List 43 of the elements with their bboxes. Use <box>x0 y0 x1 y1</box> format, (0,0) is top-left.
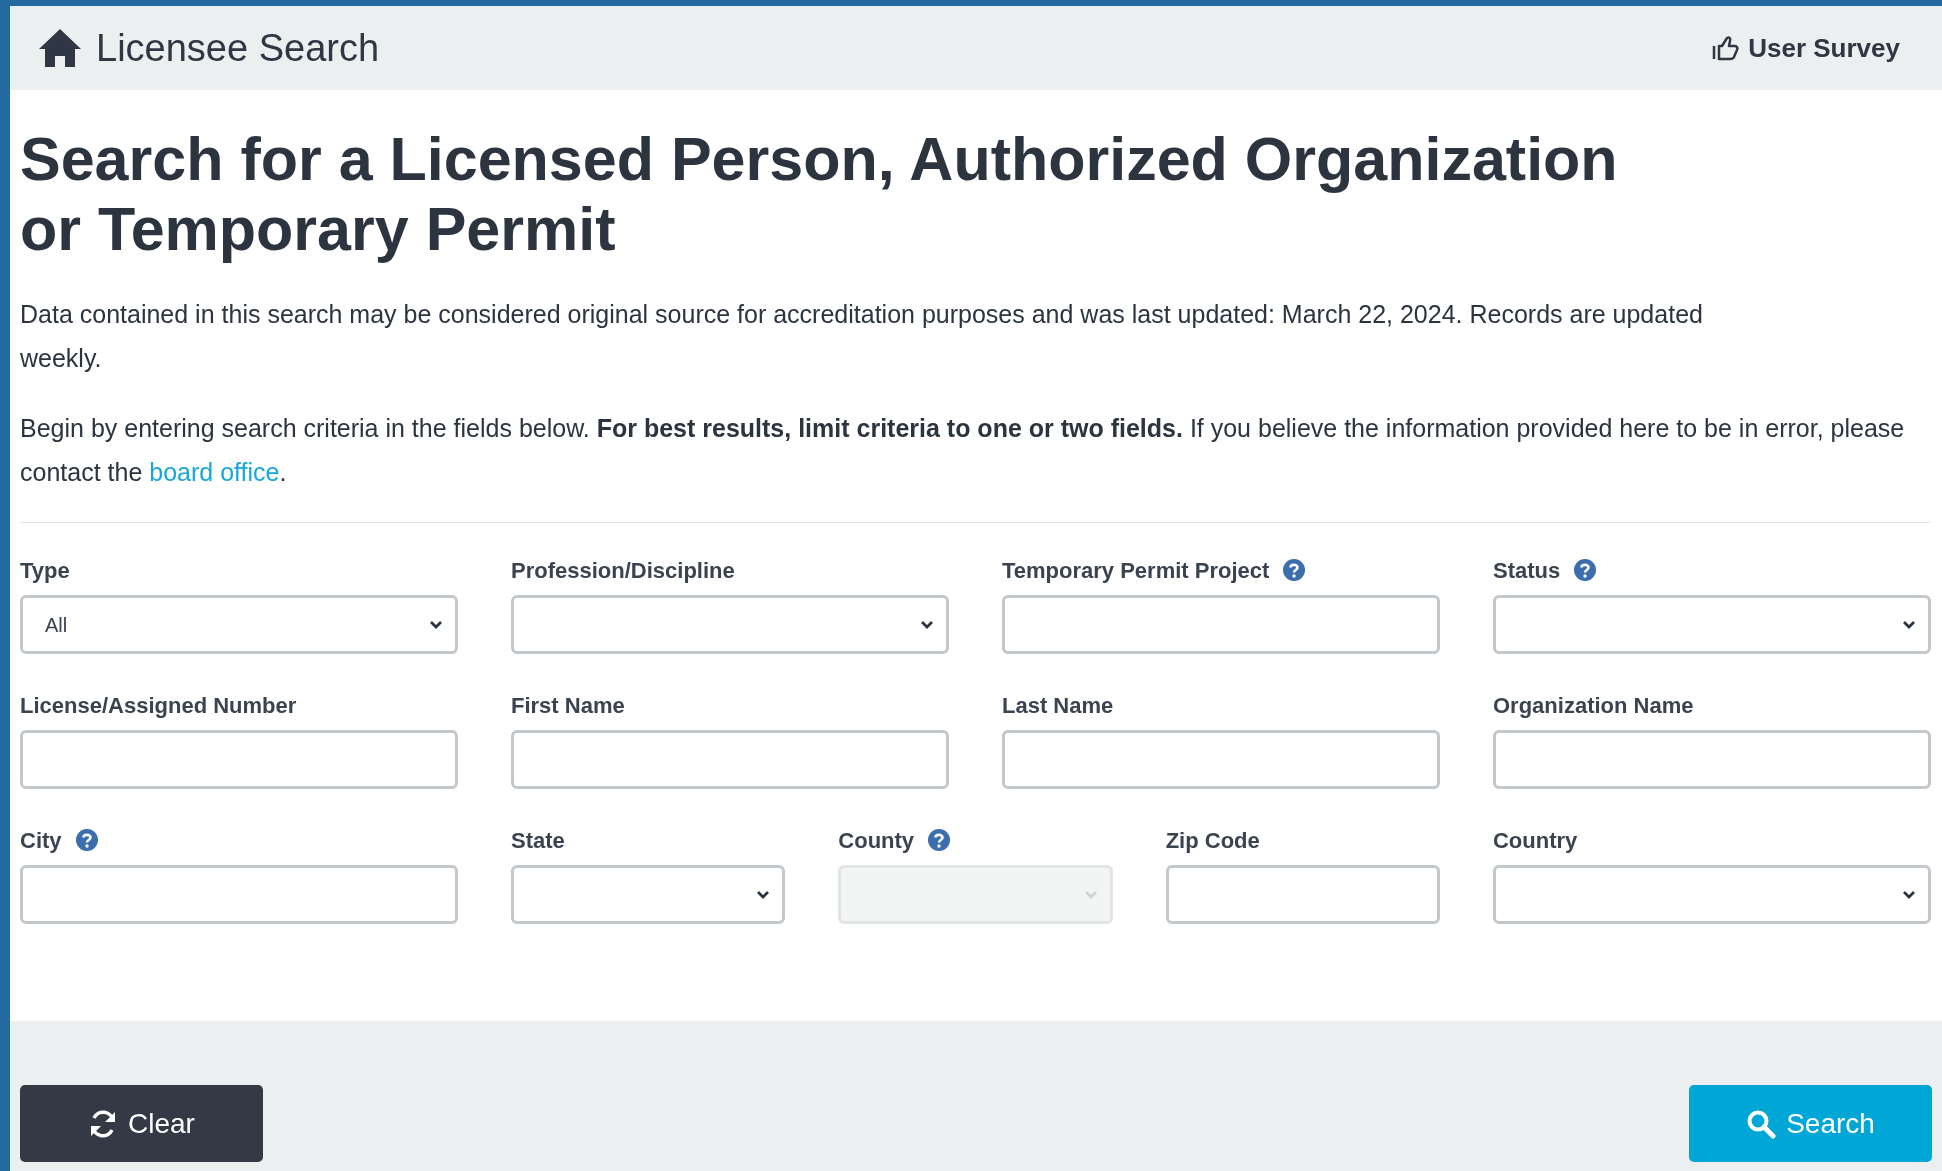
dropdown-field[interactable] <box>511 865 786 924</box>
input-field[interactable] <box>1002 595 1440 654</box>
chevron-down-icon <box>756 889 771 900</box>
dropdown-field[interactable] <box>1493 595 1931 654</box>
chevron-down-icon <box>920 619 934 630</box>
search-icon <box>1746 1108 1777 1139</box>
field-label: Temporary Permit Project <box>1002 556 1270 585</box>
field-label: County <box>838 826 915 855</box>
chevron-down-icon <box>1902 889 1916 900</box>
field-label: Zip Code <box>1165 826 1260 855</box>
input-field[interactable] <box>1002 730 1440 789</box>
page-title: Licensee Search <box>96 25 380 71</box>
field-label: Last Name <box>1002 691 1114 720</box>
help-icon[interactable] <box>75 829 98 851</box>
field-label: License/Assigned Number <box>20 691 297 720</box>
field-label: State <box>511 826 565 855</box>
field-label: Country <box>1493 826 1578 855</box>
field-label: Type <box>20 556 70 585</box>
dropdown-field[interactable] <box>1493 865 1931 924</box>
help-icon[interactable] <box>1574 559 1597 581</box>
field-label: Organization Name <box>1493 691 1694 720</box>
chevron-down-icon <box>1083 889 1098 900</box>
clear-button[interactable]: Clear <box>20 1085 263 1162</box>
help-icon[interactable] <box>1283 559 1306 581</box>
user-survey-link[interactable]: User Survey <box>1712 28 1900 68</box>
instructions-text: Begin by entering search criteria in the fields below. For best results, limit criteria to one or two fields. If you believe the information provided here to be in error, please contact the board office. <box>20 413 1906 488</box>
chevron-down-icon <box>1902 619 1916 630</box>
chevron-down-icon <box>429 619 443 630</box>
input-field[interactable] <box>20 730 458 789</box>
dropdown-field[interactable]: All <box>20 595 458 654</box>
field-label: City <box>20 826 62 855</box>
input-field[interactable] <box>1493 730 1931 789</box>
field-label: Profession/Discipline <box>511 556 735 585</box>
field-label: Status <box>1493 556 1561 585</box>
notice-text: Data contained in this search may be considered original source for accreditation purposes and was last updated: March 22, 2024. Records are updated weekly. <box>20 299 1704 374</box>
input-field[interactable] <box>511 730 949 789</box>
field-label: First Name <box>511 691 625 720</box>
input-field[interactable] <box>20 865 458 924</box>
dropdown-field[interactable] <box>511 595 949 654</box>
input-field[interactable] <box>1165 865 1440 924</box>
page-heading: Search for a Licensed Person, Authorized Organization or Temporary Permit <box>20 124 1619 264</box>
thumbs-up-icon <box>1712 35 1741 61</box>
home-icon[interactable] <box>38 28 82 68</box>
